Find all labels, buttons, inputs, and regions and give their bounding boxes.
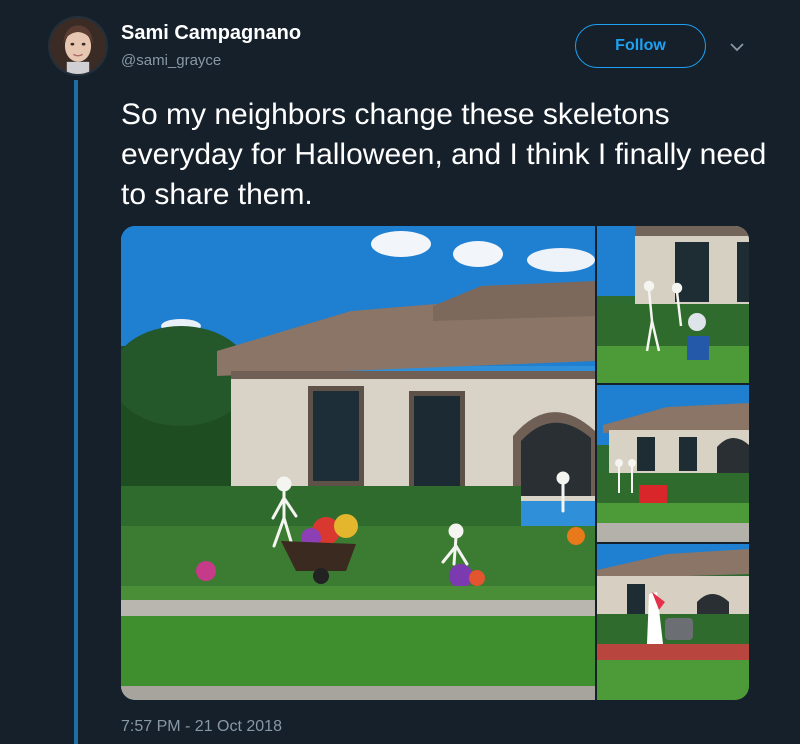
photo-main[interactable] (121, 226, 595, 700)
avatar[interactable] (48, 16, 108, 76)
media-grid (121, 226, 749, 700)
tweet-timestamp[interactable]: 7:57 PM - 21 Oct 2018 (121, 718, 282, 736)
photo-side-3[interactable] (597, 544, 749, 700)
tweet-card: Sami Campagnano @sami_grayce Follow So m… (0, 0, 800, 744)
photo-side-1[interactable] (597, 226, 749, 383)
thread-line (74, 80, 78, 744)
follow-button[interactable]: Follow (575, 24, 706, 68)
photo-side-2[interactable] (597, 385, 749, 542)
tweet-text: So my neighbors change these skeletons e… (121, 98, 767, 211)
user-handle[interactable]: @sami_grayce (121, 52, 221, 69)
avatar-portrait-icon (50, 18, 106, 74)
chevron-down-icon[interactable] (726, 36, 748, 58)
display-name[interactable]: Sami Campagnano (121, 22, 301, 45)
